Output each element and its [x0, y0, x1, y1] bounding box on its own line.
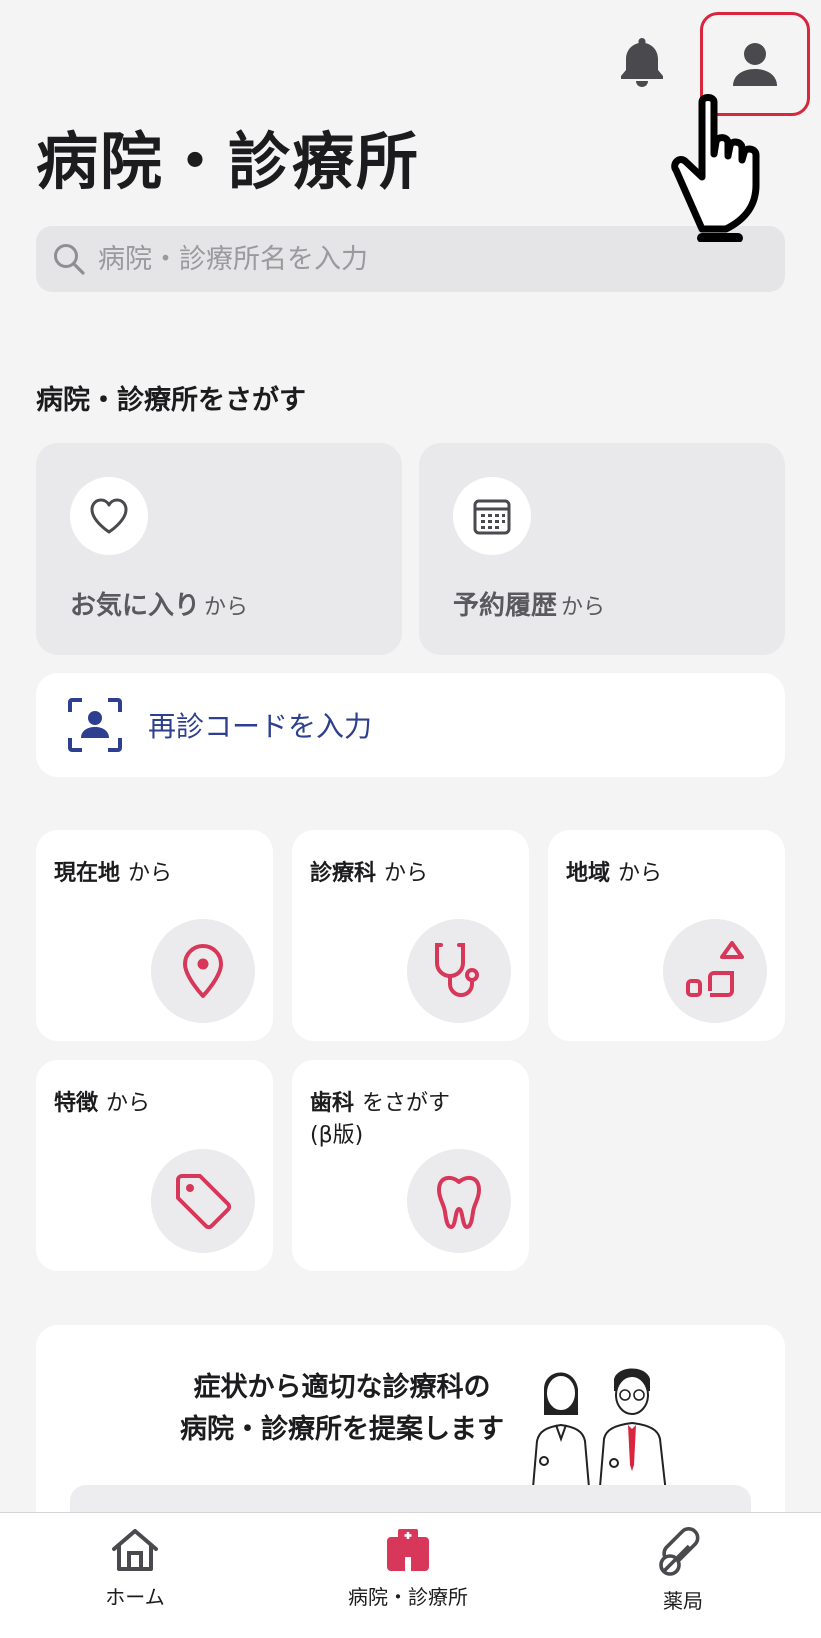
calendar-icon	[473, 499, 511, 535]
history-card[interactable]: 予約履歴 から	[419, 443, 785, 655]
bottom-nav: ホーム 病院・診療所 薬局	[0, 1512, 821, 1638]
search-input[interactable]	[96, 242, 736, 276]
favorites-label: お気に入り から	[70, 591, 249, 621]
hand-pointer-icon	[671, 94, 760, 242]
tile-department[interactable]: 診療科 から	[292, 830, 529, 1041]
section-title: 病院・診療所をさがす	[36, 385, 306, 416]
region-map-icon	[686, 941, 744, 997]
tile-current-location[interactable]: 現在地 から	[36, 830, 273, 1041]
page-title: 病院・診療所	[36, 125, 421, 198]
location-pin-icon	[183, 944, 223, 998]
scan-person-icon	[68, 698, 122, 752]
favorites-card[interactable]: お気に入り から	[36, 443, 402, 655]
history-label: 予約履歴 から	[453, 591, 606, 621]
nav-pharmacy-label: 薬局	[663, 1589, 703, 1613]
hospital-icon	[387, 1529, 429, 1571]
search-icon	[54, 244, 85, 275]
revisit-code-button[interactable]: 再診コードを入力	[36, 673, 785, 777]
home-icon	[112, 1529, 158, 1571]
stethoscope-icon	[435, 943, 479, 997]
tag-icon	[176, 1174, 232, 1230]
bell-icon	[621, 38, 663, 87]
nav-hospitals-label: 病院・診療所	[348, 1585, 468, 1609]
symptom-banner-text: 症状から適切な診療科の 病院・診療所を提案します	[180, 1372, 504, 1445]
revisit-code-label: 再診コードを入力	[148, 710, 373, 743]
notification-button[interactable]	[612, 32, 672, 92]
tile-dental[interactable]: 歯科 をさがす (β版)	[292, 1060, 529, 1271]
nav-pharmacy[interactable]: 薬局	[583, 1527, 783, 1614]
pill-icon	[659, 1527, 700, 1576]
tile-features[interactable]: 特徴 から	[36, 1060, 273, 1271]
person-icon	[733, 43, 777, 86]
tile-region[interactable]: 地域 から	[548, 830, 785, 1041]
heart-icon	[90, 498, 128, 534]
nav-hospitals[interactable]: 病院・診療所	[308, 1527, 508, 1610]
nav-home-label: ホーム	[105, 1585, 165, 1609]
nav-home[interactable]: ホーム	[35, 1527, 235, 1610]
tooth-icon	[437, 1175, 481, 1229]
